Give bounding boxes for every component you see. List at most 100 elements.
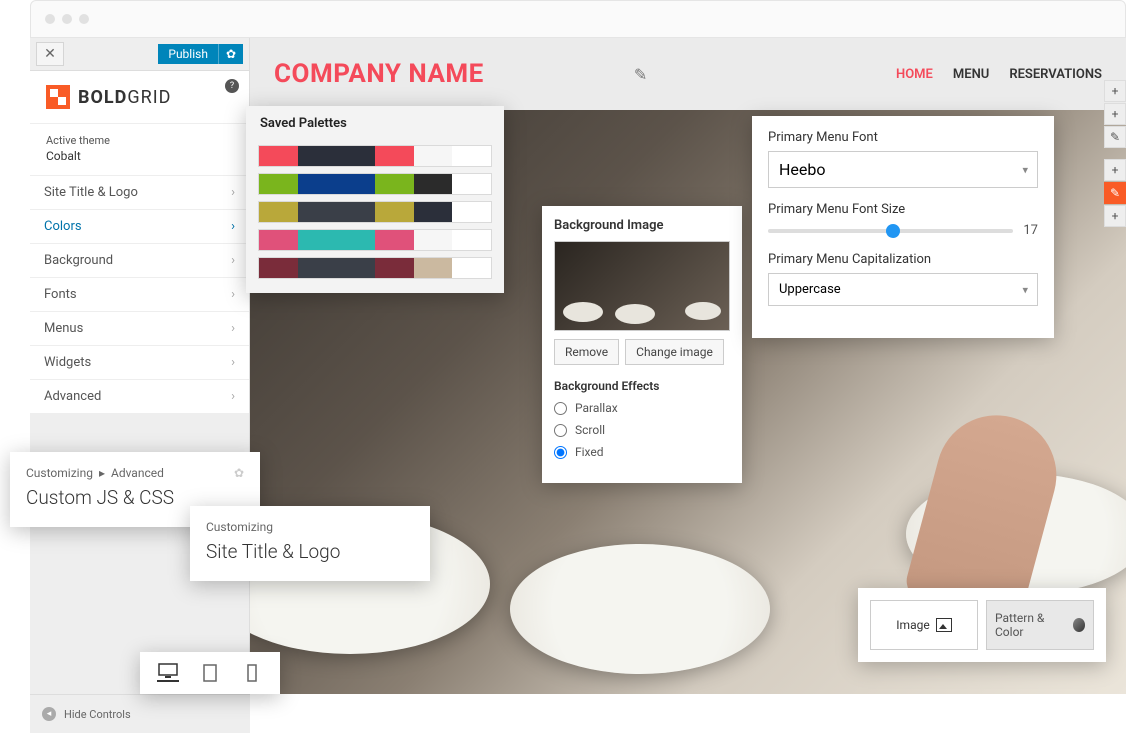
- change-bg-button[interactable]: Change image: [625, 339, 724, 365]
- palette-swatch: [452, 258, 491, 278]
- settings-icon[interactable]: ✿: [234, 466, 244, 480]
- bg-type-panel: Image Pattern & Color: [858, 588, 1106, 662]
- palette-swatch: [452, 174, 491, 194]
- palette-swatch: [298, 146, 337, 166]
- effect-parallax-radio[interactable]: Parallax: [554, 401, 730, 415]
- preview-header: COMPANY NAME ✎ HOME MENU RESERVATIONS: [250, 38, 1126, 110]
- palette-swatch: [452, 202, 491, 222]
- palette-row[interactable]: [258, 257, 492, 279]
- nav-reservations[interactable]: RESERVATIONS: [1009, 67, 1102, 82]
- palette-swatch: [414, 202, 453, 222]
- effect-scroll-radio[interactable]: Scroll: [554, 423, 730, 437]
- bg-panel-title: Background Image: [554, 218, 730, 233]
- device-desktop-button[interactable]: [157, 664, 179, 682]
- palette-swatch: [414, 174, 453, 194]
- chevron-right-icon: ›: [231, 287, 235, 302]
- palette-swatch: [414, 258, 453, 278]
- window-dot: [45, 14, 55, 24]
- saved-palettes-panel: Saved Palettes: [246, 106, 504, 293]
- remove-bg-button[interactable]: Remove: [554, 339, 619, 365]
- capitalization-select[interactable]: Uppercase: [768, 273, 1038, 306]
- menu-item-advanced[interactable]: Advanced›: [30, 380, 249, 414]
- palette-swatch: [414, 146, 453, 166]
- breadcrumb: Customizing: [206, 520, 414, 534]
- palettes-title: Saved Palettes: [246, 106, 504, 139]
- edit-tool-button-active[interactable]: ✎: [1104, 182, 1126, 204]
- help-icon[interactable]: ?: [225, 79, 239, 93]
- menu-item-background[interactable]: Background›: [30, 244, 249, 278]
- hero-plate-decor: [510, 544, 770, 674]
- image-icon: [936, 618, 952, 632]
- font-size-slider[interactable]: [768, 229, 1013, 233]
- company-name[interactable]: COMPANY NAME: [274, 59, 484, 89]
- browser-chrome: [30, 0, 1126, 38]
- palette-row[interactable]: [258, 201, 492, 223]
- brand-header: BOLDGRID ?: [30, 71, 249, 123]
- bg-type-image-button[interactable]: Image: [870, 600, 978, 650]
- font-select-wrap: Heebo: [768, 151, 1038, 188]
- add-tool-button[interactable]: +: [1104, 159, 1126, 181]
- font-size-slider-row: 17: [768, 223, 1038, 238]
- close-button[interactable]: ✕: [36, 42, 64, 66]
- chevron-right-icon: ›: [231, 389, 235, 404]
- palette-swatch: [259, 146, 298, 166]
- palette-swatch: [452, 146, 491, 166]
- palette-swatch: [259, 202, 298, 222]
- boldgrid-logo-icon: [46, 85, 70, 109]
- bg-buttons: Remove Change image: [554, 339, 730, 365]
- palette-row[interactable]: [258, 145, 492, 167]
- publish-group: Publish ✿: [158, 44, 243, 64]
- nav-menu[interactable]: MENU: [953, 67, 989, 82]
- device-tablet-button[interactable]: [199, 664, 221, 682]
- menu-item-fonts[interactable]: Fonts›: [30, 278, 249, 312]
- capitalization-label: Primary Menu Capitalization: [768, 252, 1038, 267]
- section-title: Site Title & Logo: [206, 540, 414, 563]
- customizer-sidebar: ✕ Publish ✿ BOLDGRID ? Active theme Coba…: [30, 38, 250, 694]
- palette-swatch: [375, 174, 414, 194]
- palette-row[interactable]: [258, 173, 492, 195]
- palette-swatch: [375, 146, 414, 166]
- effect-fixed-radio[interactable]: Fixed: [554, 445, 730, 459]
- slider-thumb[interactable]: [886, 224, 900, 238]
- palette-swatch: [375, 230, 414, 250]
- breadcrumb: Customizing▸Advanced ✿: [26, 466, 244, 480]
- publish-button[interactable]: Publish: [158, 44, 218, 64]
- active-theme-name: Cobalt: [46, 149, 233, 163]
- palette-swatch: [298, 230, 337, 250]
- active-theme-label: Active theme: [46, 134, 233, 147]
- edit-pencil-icon[interactable]: ✎: [634, 65, 647, 84]
- palette-swatch: [259, 230, 298, 250]
- device-mobile-button[interactable]: [241, 664, 263, 682]
- active-theme-box[interactable]: Active theme Cobalt: [30, 123, 249, 176]
- collapse-icon[interactable]: ◂: [42, 707, 56, 721]
- chevron-right-icon: ›: [231, 355, 235, 370]
- add-tool-button[interactable]: +: [1104, 80, 1126, 102]
- palette-swatch: [336, 174, 375, 194]
- palette-swatch: [298, 258, 337, 278]
- publish-settings-button[interactable]: ✿: [218, 44, 243, 64]
- menu-item-widgets[interactable]: Widgets›: [30, 346, 249, 380]
- font-size-label: Primary Menu Font Size: [768, 202, 1038, 217]
- add-tool-button[interactable]: +: [1104, 103, 1126, 125]
- palette-swatch: [336, 230, 375, 250]
- background-image-panel: Background Image Remove Change image Bac…: [542, 206, 742, 483]
- sphere-icon: [1073, 618, 1085, 632]
- primary-nav: HOME MENU RESERVATIONS: [896, 67, 1102, 82]
- font-select[interactable]: Heebo: [768, 151, 1038, 188]
- device-switcher: [140, 652, 280, 694]
- hide-controls-link[interactable]: Hide Controls: [64, 708, 131, 721]
- bg-type-pattern-button[interactable]: Pattern & Color: [986, 600, 1094, 650]
- bg-thumbnail[interactable]: [554, 241, 730, 331]
- menu-item-colors[interactable]: Colors›: [30, 210, 249, 244]
- palette-swatch: [298, 202, 337, 222]
- chevron-right-icon: ›: [231, 219, 235, 234]
- edit-tool-button[interactable]: ✎: [1104, 126, 1126, 148]
- palette-row[interactable]: [258, 229, 492, 251]
- nav-home[interactable]: HOME: [896, 67, 933, 82]
- menu-item-menus[interactable]: Menus›: [30, 312, 249, 346]
- brand-text: BOLDGRID: [78, 87, 171, 108]
- sidebar-top-bar: ✕ Publish ✿: [30, 38, 249, 71]
- palette-swatch: [452, 230, 491, 250]
- menu-item-site-title[interactable]: Site Title & Logo›: [30, 176, 249, 210]
- add-tool-button[interactable]: +: [1104, 205, 1126, 227]
